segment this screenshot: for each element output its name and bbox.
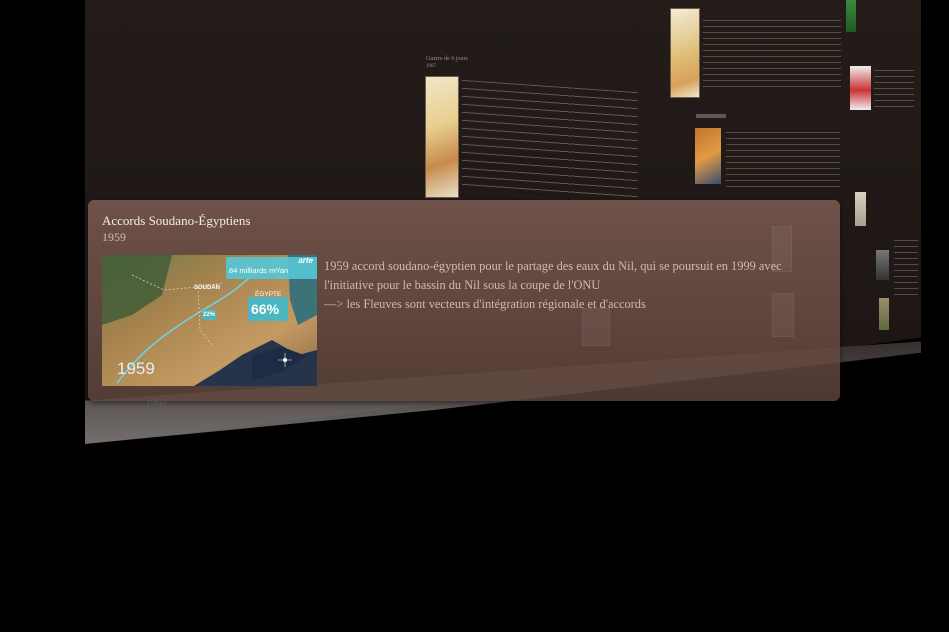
- map-share-sudan: 22%: [203, 312, 216, 318]
- bg-event-map[interactable]: [425, 76, 459, 198]
- popup-title: Accords Soudano-Égyptiens: [102, 213, 251, 228]
- bg-thumb-right-3[interactable]: [876, 250, 889, 280]
- bg-thumb-right-2[interactable]: [855, 192, 866, 226]
- map-year-overlay: 1959: [117, 359, 155, 378]
- bg-event-text-3: [726, 132, 840, 190]
- map-country-egypt: ÉGYPTE: [255, 291, 282, 298]
- bg-event-text: [462, 79, 638, 205]
- popup-date: 1959: [102, 230, 126, 244]
- popup-image[interactable]: arte 84 milliards m³/an SOUDAN ÉGYPTE 66…: [102, 255, 317, 386]
- bg-thumb-green[interactable]: [846, 0, 856, 32]
- bg-text-right-2: [894, 240, 918, 300]
- popup-description: 1959 accord soudano-égyptien pour le par…: [324, 259, 782, 311]
- map-flow-label: 84 milliards m³/an: [229, 266, 289, 275]
- bg-event-thumb-3[interactable]: [695, 128, 721, 184]
- map-share-egypt: 66%: [251, 301, 280, 317]
- bg-thumb-right-4[interactable]: [879, 298, 889, 330]
- bg-event-title-3: [696, 114, 726, 118]
- timeline-tick-label: 1960: [146, 398, 166, 409]
- map-country-sudan: SOUDAN: [194, 285, 221, 291]
- arte-logo: arte: [298, 256, 313, 265]
- bg-event-title[interactable]: Guerre de 6 jours: [426, 56, 468, 62]
- bg-thumb-flag[interactable]: [850, 66, 871, 110]
- bg-event-text-2: [703, 20, 841, 90]
- event-detail-popup[interactable]: Accords Soudano-Égyptiens 1959 arte 84 m…: [88, 200, 840, 401]
- bg-event-map-2[interactable]: [670, 8, 700, 98]
- bg-event-date: 1967: [426, 64, 436, 69]
- bg-text-right-1: [874, 70, 914, 110]
